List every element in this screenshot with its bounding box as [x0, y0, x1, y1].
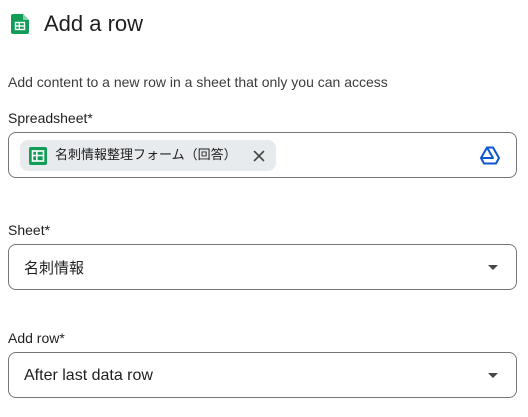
google-drive-icon[interactable]	[480, 146, 500, 165]
spreadsheet-chip[interactable]: 名刺情報整理フォーム（回答）	[20, 140, 276, 171]
google-sheets-icon	[29, 146, 47, 165]
chevron-down-icon	[488, 265, 498, 270]
panel-header: Add a row	[0, 0, 528, 46]
spreadsheet-chip-label: 名刺情報整理フォーム（回答）	[55, 147, 237, 163]
close-icon[interactable]	[253, 150, 265, 162]
chevron-down-icon	[488, 373, 498, 378]
sheet-select-value: 名刺情報	[24, 259, 85, 277]
page-description: Add content to a new row in a sheet that…	[8, 74, 388, 90]
add-row-select-value: After last data row	[24, 367, 153, 384]
add-row-select[interactable]: After last data row	[8, 352, 517, 398]
page-title: Add a row	[44, 11, 144, 36]
spreadsheet-label: Spreadsheet*	[8, 110, 93, 126]
add-row-label: Add row*	[8, 330, 65, 346]
sheet-label: Sheet*	[8, 222, 51, 238]
google-sheets-icon	[11, 14, 29, 34]
sheet-select[interactable]: 名刺情報	[8, 244, 517, 290]
spreadsheet-field[interactable]: 名刺情報整理フォーム（回答）	[8, 132, 517, 178]
